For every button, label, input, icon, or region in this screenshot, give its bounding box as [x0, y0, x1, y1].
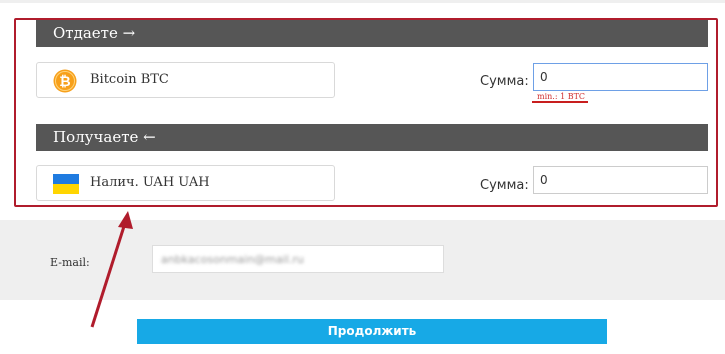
- annotation-arrow: [90, 211, 133, 328]
